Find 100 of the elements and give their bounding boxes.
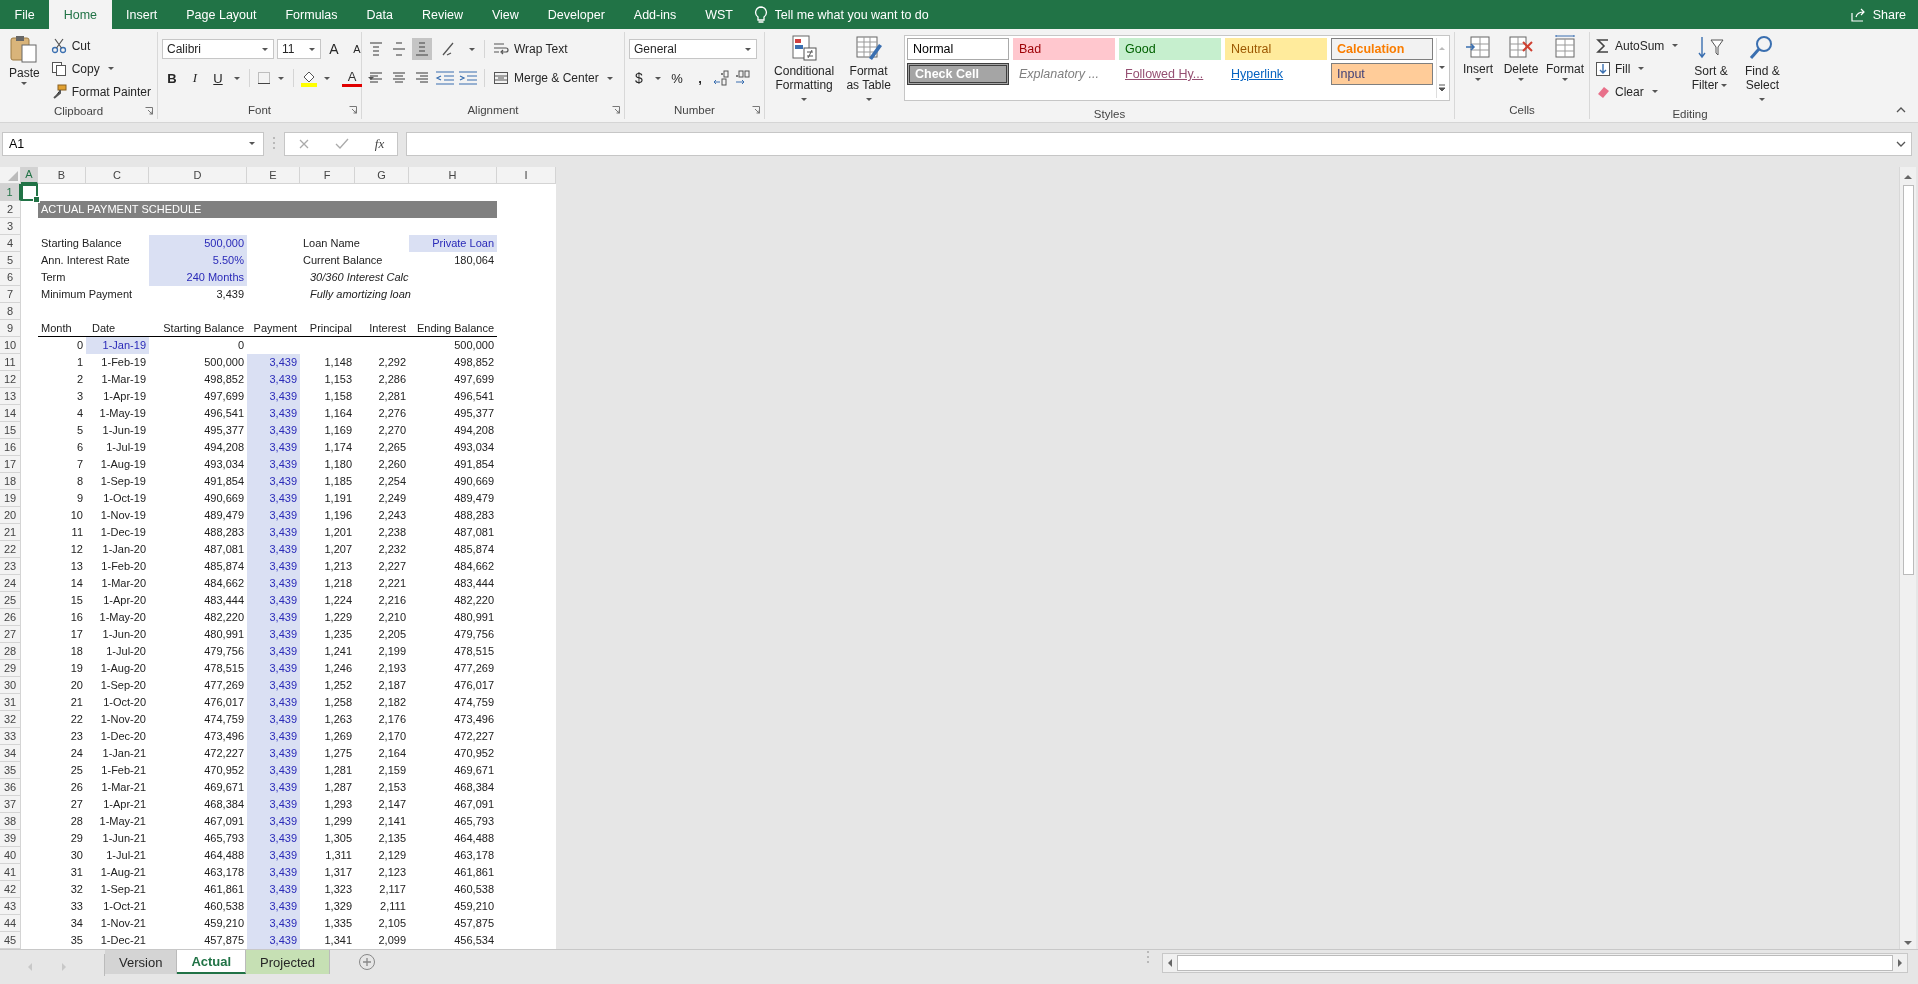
- decrease-decimal-icon[interactable]: [734, 70, 752, 86]
- collapse-ribbon-icon[interactable]: [1896, 106, 1906, 114]
- conditional-formatting-button[interactable]: Conditional Formatting: [769, 32, 840, 108]
- ribbon-tab[interactable]: Review: [407, 0, 478, 29]
- row-header[interactable]: 32: [0, 711, 21, 728]
- cell-style-option[interactable]: Hyperlink: [1225, 63, 1327, 85]
- font-name-dropdown[interactable]: Calibri: [162, 39, 274, 59]
- fill-color-icon[interactable]: [300, 69, 318, 87]
- shrink-font-button[interactable]: A: [347, 38, 367, 60]
- sheet-tab[interactable]: Projected: [246, 950, 331, 974]
- delete-cells-button[interactable]: Delete: [1501, 32, 1541, 83]
- increase-decimal-icon[interactable]: [713, 70, 731, 86]
- scroll-thumb[interactable]: [1902, 185, 1914, 575]
- enter-icon[interactable]: [335, 138, 350, 150]
- row-header[interactable]: 34: [0, 745, 21, 762]
- grow-font-button[interactable]: A: [324, 38, 344, 60]
- row-header[interactable]: 28: [0, 643, 21, 660]
- row-header[interactable]: 10: [0, 337, 21, 354]
- row-header[interactable]: 25: [0, 592, 21, 609]
- row-header[interactable]: 12: [0, 371, 21, 388]
- row-header[interactable]: 39: [0, 830, 21, 847]
- cell-style-option[interactable]: Explanatory ...: [1013, 63, 1115, 85]
- row-header[interactable]: 27: [0, 626, 21, 643]
- autosum-button[interactable]: AutoSum: [1594, 35, 1684, 56]
- row-header[interactable]: 43: [0, 898, 21, 915]
- format-as-table-button[interactable]: Format as Table: [843, 32, 894, 108]
- italic-button[interactable]: I: [185, 67, 205, 89]
- underline-button[interactable]: U: [208, 67, 228, 89]
- fill-button[interactable]: Fill: [1594, 58, 1684, 79]
- ribbon-tab[interactable]: File: [0, 0, 50, 29]
- new-sheet-icon[interactable]: [358, 953, 377, 971]
- row-header[interactable]: 23: [0, 558, 21, 575]
- increase-indent-icon[interactable]: [458, 70, 478, 86]
- format-painter-button[interactable]: Format Painter: [48, 81, 153, 102]
- row-header[interactable]: 14: [0, 405, 21, 422]
- row-header[interactable]: 42: [0, 881, 21, 898]
- column-header[interactable]: A: [21, 167, 38, 184]
- row-header[interactable]: 11: [0, 354, 21, 371]
- row-header[interactable]: 24: [0, 575, 21, 592]
- row-header[interactable]: 37: [0, 796, 21, 813]
- ribbon-tab[interactable]: Formulas: [270, 0, 353, 29]
- scroll-down-icon[interactable]: [1903, 939, 1913, 947]
- row-header[interactable]: 18: [0, 473, 21, 490]
- row-header[interactable]: 9: [0, 320, 21, 337]
- percent-button[interactable]: %: [667, 67, 687, 89]
- column-header[interactable]: D: [149, 167, 247, 184]
- row-header[interactable]: 17: [0, 456, 21, 473]
- row-header[interactable]: 33: [0, 728, 21, 745]
- font-color-button[interactable]: A: [342, 69, 362, 87]
- row-header[interactable]: 30: [0, 677, 21, 694]
- cell-style-option[interactable]: Good: [1119, 38, 1221, 60]
- dialog-launcher-icon[interactable]: [349, 106, 357, 114]
- row-header[interactable]: 20: [0, 507, 21, 524]
- cell-style-option[interactable]: Followed Hy...: [1119, 63, 1221, 85]
- sort-filter-button[interactable]: Sort & Filter: [1687, 32, 1735, 94]
- row-header[interactable]: 36: [0, 779, 21, 796]
- ribbon-tab[interactable]: Page Layout: [171, 0, 271, 29]
- row-header[interactable]: 15: [0, 422, 21, 439]
- scroll-up-icon[interactable]: [1903, 173, 1913, 181]
- currency-button[interactable]: $: [629, 67, 649, 89]
- row-header[interactable]: 35: [0, 762, 21, 779]
- row-header[interactable]: 38: [0, 813, 21, 830]
- row-header[interactable]: 4: [0, 235, 21, 252]
- cell-style-option[interactable]: Bad: [1013, 38, 1115, 60]
- row-header[interactable]: 41: [0, 864, 21, 881]
- row-header[interactable]: 19: [0, 490, 21, 507]
- ribbon-tab[interactable]: Home: [49, 0, 112, 29]
- bottom-align-button[interactable]: [412, 38, 432, 60]
- column-header[interactable]: B: [38, 167, 86, 184]
- ribbon-tab[interactable]: Add-ins: [619, 0, 691, 29]
- clear-button[interactable]: Clear: [1594, 81, 1684, 102]
- row-header[interactable]: 21: [0, 524, 21, 541]
- wrap-text-button[interactable]: Wrap Text: [491, 38, 570, 60]
- font-size-dropdown[interactable]: 11: [277, 39, 321, 59]
- name-box[interactable]: A1: [2, 132, 264, 156]
- dialog-launcher-icon[interactable]: [145, 107, 153, 115]
- column-header[interactable]: F: [300, 167, 355, 184]
- ribbon-tab[interactable]: Developer: [533, 0, 620, 29]
- decrease-indent-icon[interactable]: [435, 70, 455, 86]
- row-header[interactable]: 3: [0, 218, 21, 235]
- row-header[interactable]: 13: [0, 388, 21, 405]
- row-header[interactable]: 26: [0, 609, 21, 626]
- find-select-button[interactable]: Find & Select: [1738, 32, 1786, 108]
- borders-icon[interactable]: [256, 70, 272, 86]
- row-header[interactable]: 31: [0, 694, 21, 711]
- cell-style-option[interactable]: Input: [1331, 63, 1433, 85]
- column-header[interactable]: G: [355, 167, 409, 184]
- sheet-tab[interactable]: Version: [105, 950, 178, 974]
- row-header[interactable]: 29: [0, 660, 21, 677]
- ribbon-tab[interactable]: View: [477, 0, 534, 29]
- row-header[interactable]: 6: [0, 269, 21, 286]
- share-button[interactable]: Share: [1838, 0, 1918, 29]
- row-header[interactable]: 5: [0, 252, 21, 269]
- row-header[interactable]: 22: [0, 541, 21, 558]
- sheet-tab[interactable]: Actual: [177, 950, 247, 974]
- row-header[interactable]: 1: [0, 184, 21, 201]
- cut-button[interactable]: Cut: [48, 35, 153, 56]
- tell-me-field[interactable]: Tell me what you want to do: [772, 0, 977, 29]
- row-header[interactable]: 16: [0, 439, 21, 456]
- grip-icon[interactable]: [272, 136, 276, 152]
